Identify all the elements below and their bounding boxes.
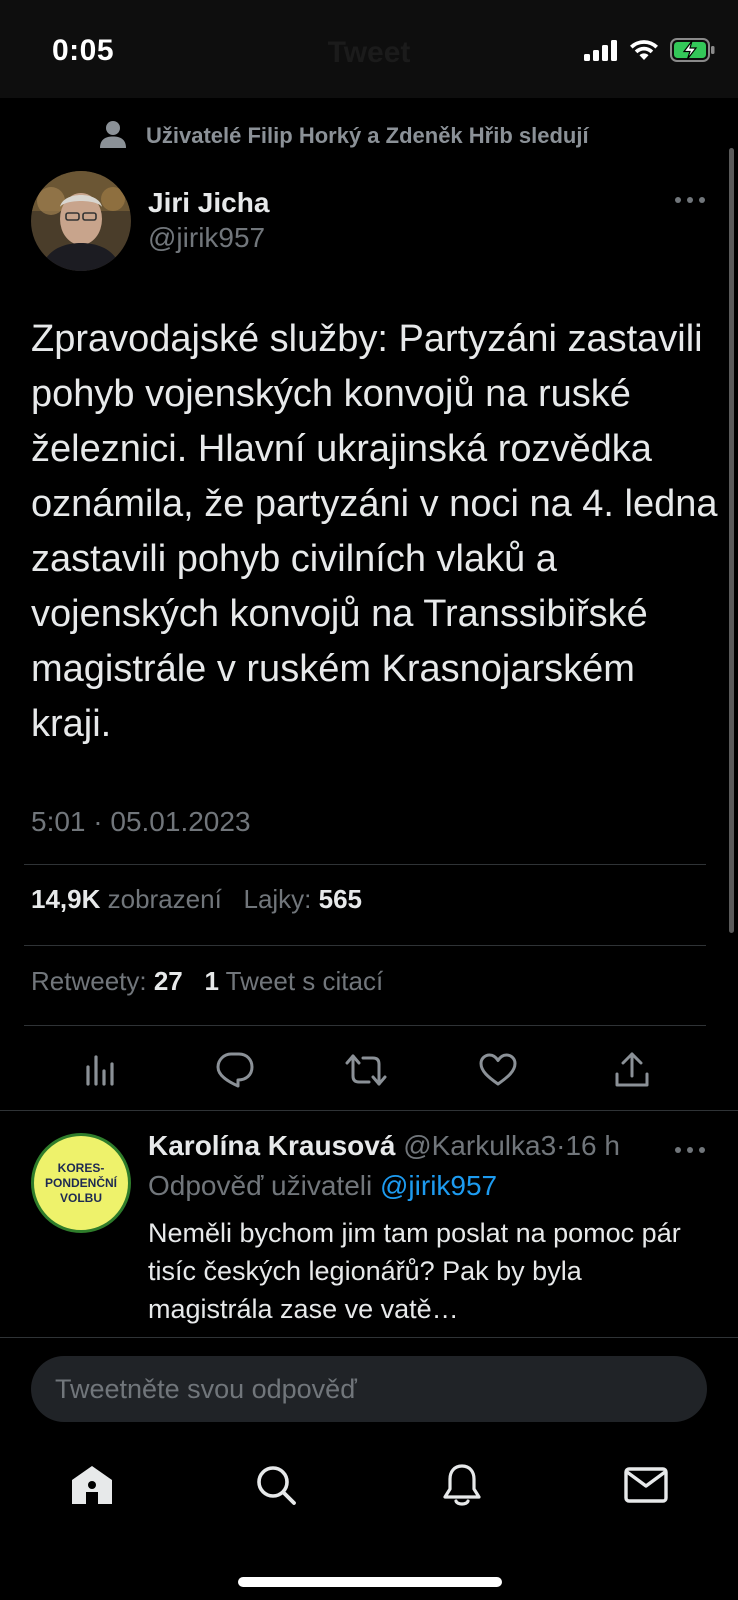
more-options-icon[interactable]: [672, 190, 708, 210]
reply-header: Karolína Krausová @Karkulka3·16 h: [148, 1130, 620, 1162]
reply-compose-input[interactable]: Tweetněte svou odpověď: [31, 1356, 707, 1422]
reply-more-options-icon[interactable]: [672, 1140, 708, 1160]
reply-time: 16 h: [565, 1130, 620, 1161]
reply-author-name[interactable]: Karolína Krausová: [148, 1130, 395, 1161]
battery-charging-icon: [670, 38, 716, 67]
reply-text: Neměli bychom jim tam poslat na pomoc pá…: [148, 1218, 681, 1324]
retweets-count[interactable]: 27: [154, 966, 183, 996]
like-icon[interactable]: [470, 1042, 526, 1098]
divider: [0, 1110, 738, 1111]
share-icon[interactable]: [604, 1042, 660, 1098]
reply-to-label: Odpověď uživateli: [148, 1170, 373, 1201]
likes-count[interactable]: 565: [319, 884, 362, 914]
tweet-text: Zpravodajské služby: Partyzáni zastavili…: [31, 318, 718, 745]
retweets-label[interactable]: Retweety:: [31, 966, 147, 996]
cellular-signal-icon: [584, 39, 618, 66]
messages-icon[interactable]: [616, 1455, 676, 1515]
views-count[interactable]: 14,9K: [31, 884, 100, 914]
retweet-icon[interactable]: [338, 1042, 394, 1098]
tweet-action-bar: [0, 1042, 738, 1098]
divider: [24, 1025, 706, 1026]
likes-label[interactable]: Lajky:: [243, 884, 311, 914]
stats-retweets-quotes: Retweety: 27 1 Tweet s citací: [31, 966, 383, 997]
stats-views-likes: 14,9K zobrazení Lajky: 565: [31, 884, 362, 915]
status-icons: [584, 38, 716, 67]
tab-bar: [0, 1455, 738, 1535]
views-label: zobrazení: [107, 884, 222, 914]
author-name[interactable]: Jiri Jicha: [148, 187, 269, 219]
reply-avatar[interactable]: KORES- PONDENČNÍ VOLBU: [31, 1133, 131, 1233]
quotes-count[interactable]: 1: [204, 966, 218, 996]
divider: [24, 864, 706, 865]
person-icon: [100, 120, 126, 153]
reply-to-mention[interactable]: @jirik957: [380, 1170, 497, 1201]
compose-placeholder: Tweetněte svou odpověď: [55, 1374, 357, 1404]
divider: [24, 945, 706, 946]
reply-icon[interactable]: [207, 1042, 263, 1098]
notifications-icon[interactable]: [432, 1455, 492, 1515]
reply-avatar-badge-text: KORES- PONDENČNÍ VOLBU: [44, 1160, 117, 1205]
quotes-label[interactable]: Tweet s citací: [226, 966, 384, 996]
social-context: Uživatelé Filip Horký a Zdeněk Hřib sled…: [100, 120, 589, 152]
analytics-icon[interactable]: [72, 1042, 128, 1098]
scrollbar[interactable]: [729, 148, 734, 933]
home-indicator[interactable]: [238, 1577, 502, 1587]
reply-to-line: Odpověď uživateli @jirik957: [148, 1170, 497, 1202]
author-handle[interactable]: @jirik957: [148, 222, 265, 254]
wifi-icon: [628, 38, 660, 67]
status-bar: Tweet 0:05: [0, 0, 738, 98]
search-icon[interactable]: [246, 1455, 306, 1515]
home-icon[interactable]: [62, 1455, 122, 1515]
social-context-text: Uživatelé Filip Horký a Zdeněk Hřib sled…: [146, 123, 589, 148]
reply-author-handle[interactable]: @Karkulka3: [403, 1130, 556, 1161]
status-time: 0:05: [52, 34, 115, 67]
tweet-timestamp[interactable]: 5:01 · 05.01.2023: [31, 806, 251, 838]
author-avatar[interactable]: [31, 171, 131, 271]
